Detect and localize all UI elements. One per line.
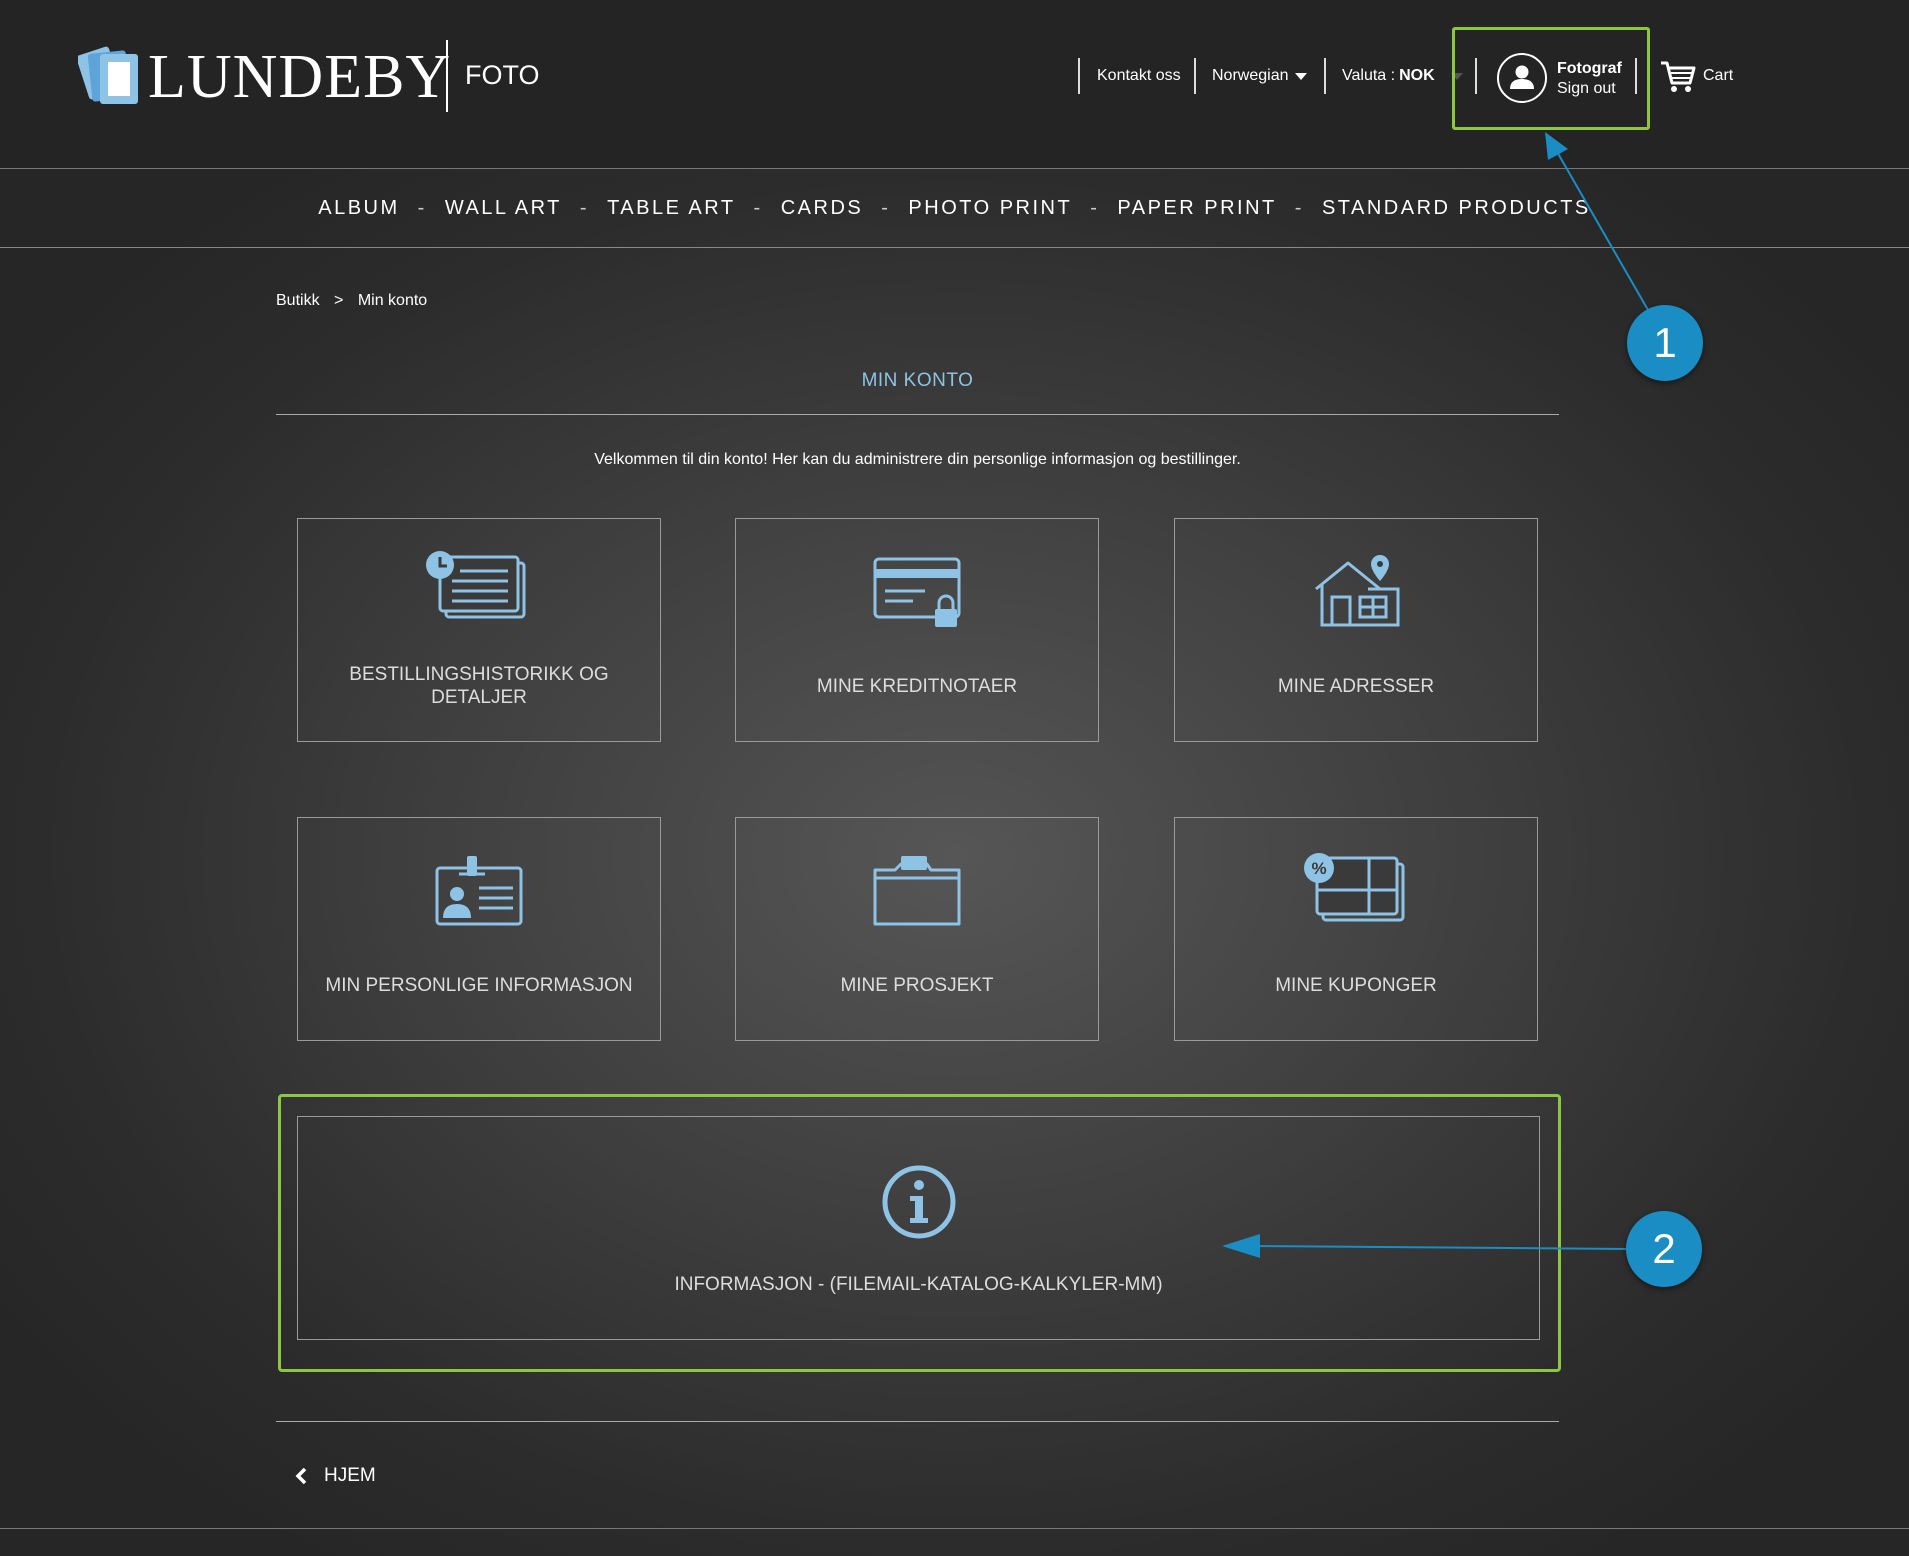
arrow-1-line [1555,149,1649,311]
annotation-arrows [1222,132,1649,1258]
arrow-2-line [1249,1245,1629,1250]
callout-2: 2 [1626,1211,1702,1287]
arrow-1-head [1545,132,1568,160]
callout-1: 1 [1627,305,1703,381]
arrow-2-head [1222,1234,1260,1258]
